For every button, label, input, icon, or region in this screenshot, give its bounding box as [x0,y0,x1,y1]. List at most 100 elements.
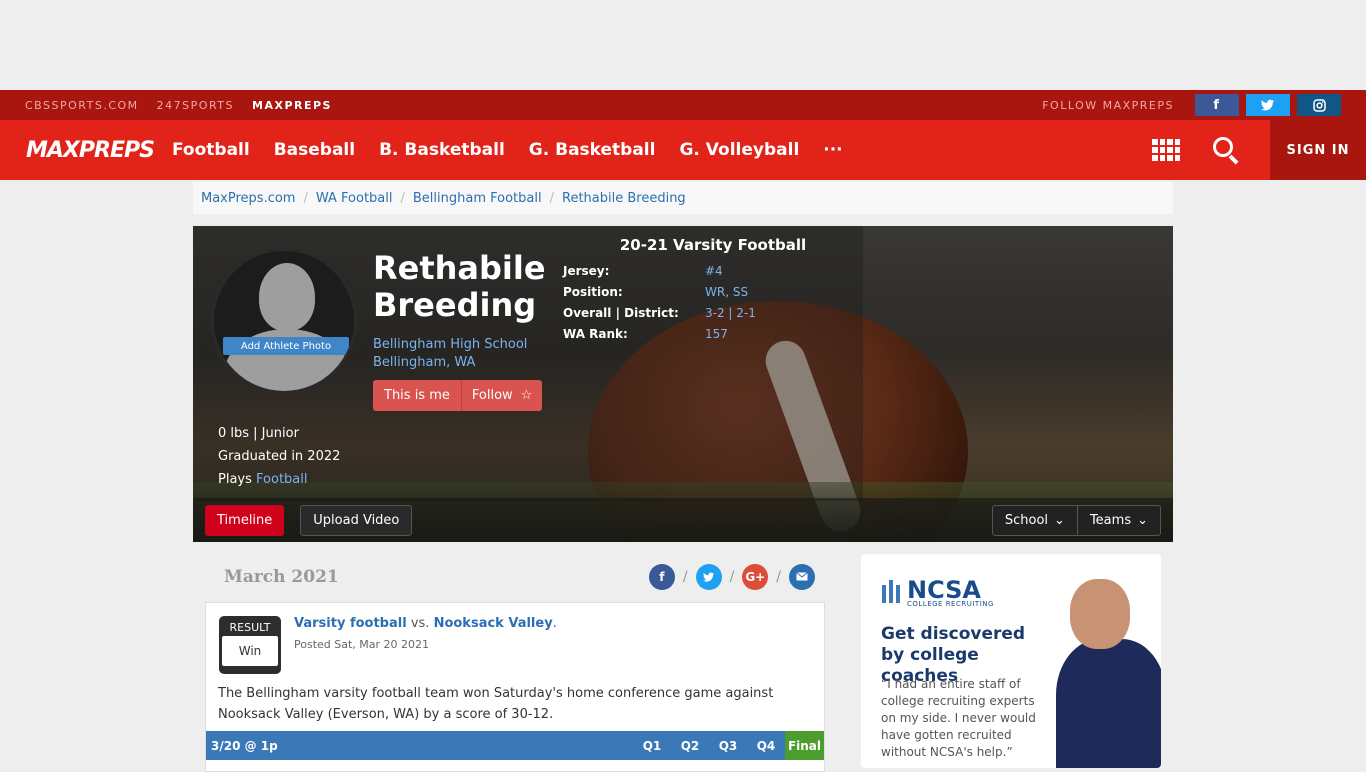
follow-label: Follow [471,388,513,403]
follow-button[interactable]: Follow ☆ [461,380,543,411]
timeline: March 2021 f / / G+ / RESULT Win Varsity… [193,554,825,772]
season-row-label: Overall | District: [563,305,679,320]
nav-more-icon[interactable]: ··· [823,140,842,160]
season-row-value[interactable]: WR, SS [705,285,748,299]
athlete-hero: Add Athlete Photo Rethabile Breeding Bel… [193,226,1173,542]
athlete-actions: This is me Follow ☆ [373,380,543,411]
247sports-link[interactable]: 247SPORTS [157,99,234,112]
share-separator: / [682,568,688,585]
score-table-header: 3/20 @ 1p Q1 Q2 Q3 Q4 Final [206,731,824,760]
network-links: CBSSPORTS.COM 247SPORTS MAXPREPS [25,99,332,112]
nav-girls-volleyball[interactable]: G. Volleyball [679,140,799,160]
sport-links: Football Baseball B. Basketball G. Baske… [172,140,843,160]
nav-actions: SIGN IN [1152,120,1366,180]
school-location[interactable]: Bellingham, WA [373,354,527,372]
share-twitter-icon[interactable] [695,563,722,590]
add-athlete-photo-button[interactable]: Add Athlete Photo [223,337,349,355]
sign-in-button[interactable]: SIGN IN [1270,120,1366,180]
teams-dropdown[interactable]: Teams ⌄ [1076,505,1160,535]
school-link[interactable]: Bellingham High School [373,336,527,354]
coach-image [1056,579,1161,768]
social-follow: FOLLOW MAXPREPS f [1042,94,1341,116]
share-email-icon[interactable] [789,563,815,590]
share-bar: f / / G+ / [648,563,815,590]
nav-football[interactable]: Football [172,140,250,160]
opponent-link[interactable]: Nooksack Valley [434,616,553,631]
season-row-value[interactable]: #4 [705,264,723,278]
season-row-value[interactable]: 157 [705,327,728,341]
search-icon[interactable] [1212,136,1240,165]
weight-class: 0 lbs | Junior [218,426,299,441]
twitter-icon[interactable] [1246,94,1290,116]
month-header: March 2021 f / / G+ / [193,554,825,599]
share-facebook-icon[interactable]: f [648,563,675,590]
ncsa-column-icon [882,580,900,603]
breadcrumb-separator: / [400,190,405,206]
result-badge-outcome: Win [222,636,278,666]
share-separator: / [776,568,781,585]
athlete-stats: 0 lbs | Junior Graduated in 2022 Plays F… [218,422,340,491]
season-row-record: Overall | District: 3-2 | 2-1 [563,302,863,323]
plays-line: Plays Football [218,468,340,491]
upload-video-button[interactable]: Upload Video [300,504,413,536]
ncsa-subtitle: COLLEGE RECRUITING [907,600,994,608]
athlete-tabs: Timeline Upload Video School ⌄ Teams ⌄ [193,498,1173,542]
breadcrumb-wa-football[interactable]: WA Football [316,191,393,206]
quarter-header: Q2 [680,738,700,753]
context-dropdowns: School ⌄ Teams ⌄ [991,504,1161,536]
teams-dropdown-label: Teams [1089,512,1132,528]
posted-date: Posted Sat, Mar 20 2021 [294,638,430,651]
follow-label: FOLLOW MAXPREPS [1042,98,1174,112]
share-separator: / [729,568,735,585]
instagram-icon[interactable] [1297,94,1341,116]
season-summary: 20-21 Varsity Football Jersey: #4 Positi… [563,236,863,344]
breadcrumb-athlete[interactable]: Rethabile Breeding [562,191,686,206]
breadcrumb: MaxPreps.com / WA Football / Bellingham … [193,182,1173,214]
maxpreps-logo[interactable]: MAXPREPS [26,133,155,167]
quarter-header: Q3 [718,738,738,753]
school-dropdown-label: School [1004,512,1049,528]
school-dropdown[interactable]: School ⌄ [993,506,1077,535]
game-description: The Bellingham varsity football team won… [218,686,774,722]
breadcrumb-separator: / [549,190,554,206]
star-icon: ☆ [520,388,533,403]
breadcrumb-bellingham-football[interactable]: Bellingham Football [413,191,542,206]
result-badge: RESULT Win [219,616,281,674]
chevron-down-icon: ⌄ [1054,512,1065,528]
score-date: 3/20 @ 1p [211,738,278,753]
quarter-header: Q1 [642,738,662,753]
cbssports-link[interactable]: CBSSPORTS.COM [25,99,139,112]
this-is-me-button[interactable]: This is me [373,380,462,411]
team-link[interactable]: Varsity football [294,616,407,631]
final-header: Final [785,731,824,760]
facebook-icon[interactable]: f [1195,94,1239,116]
apps-grid-icon[interactable] [1152,139,1180,161]
tab-timeline[interactable]: Timeline [205,504,285,536]
school-info: Bellingham High School Bellingham, WA [373,336,527,372]
vs-label: vs. [410,616,430,631]
avatar-silhouette-icon [259,263,315,331]
main-nav: MAXPREPS Football Baseball B. Basketball… [0,120,1366,180]
ncsa-ad[interactable]: NCSA COLLEGE RECRUITING Get discovered b… [861,554,1161,768]
breadcrumb-maxpreps[interactable]: MaxPreps.com [201,191,295,206]
nav-boys-basketball[interactable]: B. Basketball [379,140,505,160]
game-title: Varsity football vs. Nooksack Valley. [294,616,557,631]
season-row-jersey: Jersey: #4 [563,260,863,281]
chevron-down-icon: ⌄ [1137,512,1148,528]
graduation-year: Graduated in 2022 [218,449,341,464]
plays-label: Plays [218,472,252,487]
season-row-label: Position: [563,284,623,299]
plays-sport-link[interactable]: Football [256,472,307,487]
season-row-label: WA Rank: [563,326,628,341]
quarter-header: Q4 [756,738,776,753]
nav-baseball[interactable]: Baseball [274,140,355,160]
game-result-card: RESULT Win Varsity football vs. Nooksack… [205,602,825,772]
network-bar: CBSSPORTS.COM 247SPORTS MAXPREPS FOLLOW … [0,90,1366,120]
month-label: March 2021 [224,566,339,587]
season-row-value[interactable]: 3-2 | 2-1 [705,306,756,320]
breadcrumb-separator: / [303,190,308,206]
top-ad-space [0,0,1366,90]
maxpreps-link[interactable]: MAXPREPS [252,99,332,112]
share-google-plus-icon[interactable]: G+ [742,563,769,590]
nav-girls-basketball[interactable]: G. Basketball [529,140,656,160]
